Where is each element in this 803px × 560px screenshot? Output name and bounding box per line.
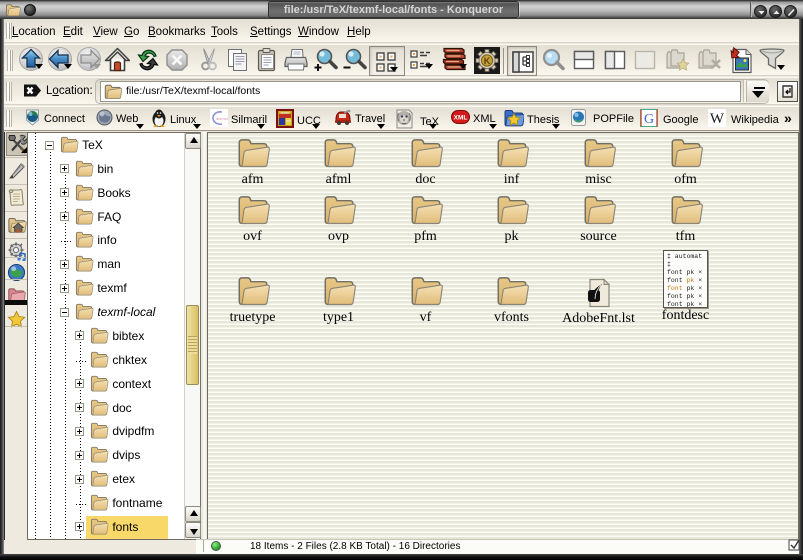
svg-text:diamond: diamond xyxy=(216,116,228,121)
svg-text:G: G xyxy=(644,112,654,127)
svg-text:W: W xyxy=(710,111,725,127)
svg-text:XML: XML xyxy=(454,115,468,122)
svg-text:K: K xyxy=(484,56,491,66)
